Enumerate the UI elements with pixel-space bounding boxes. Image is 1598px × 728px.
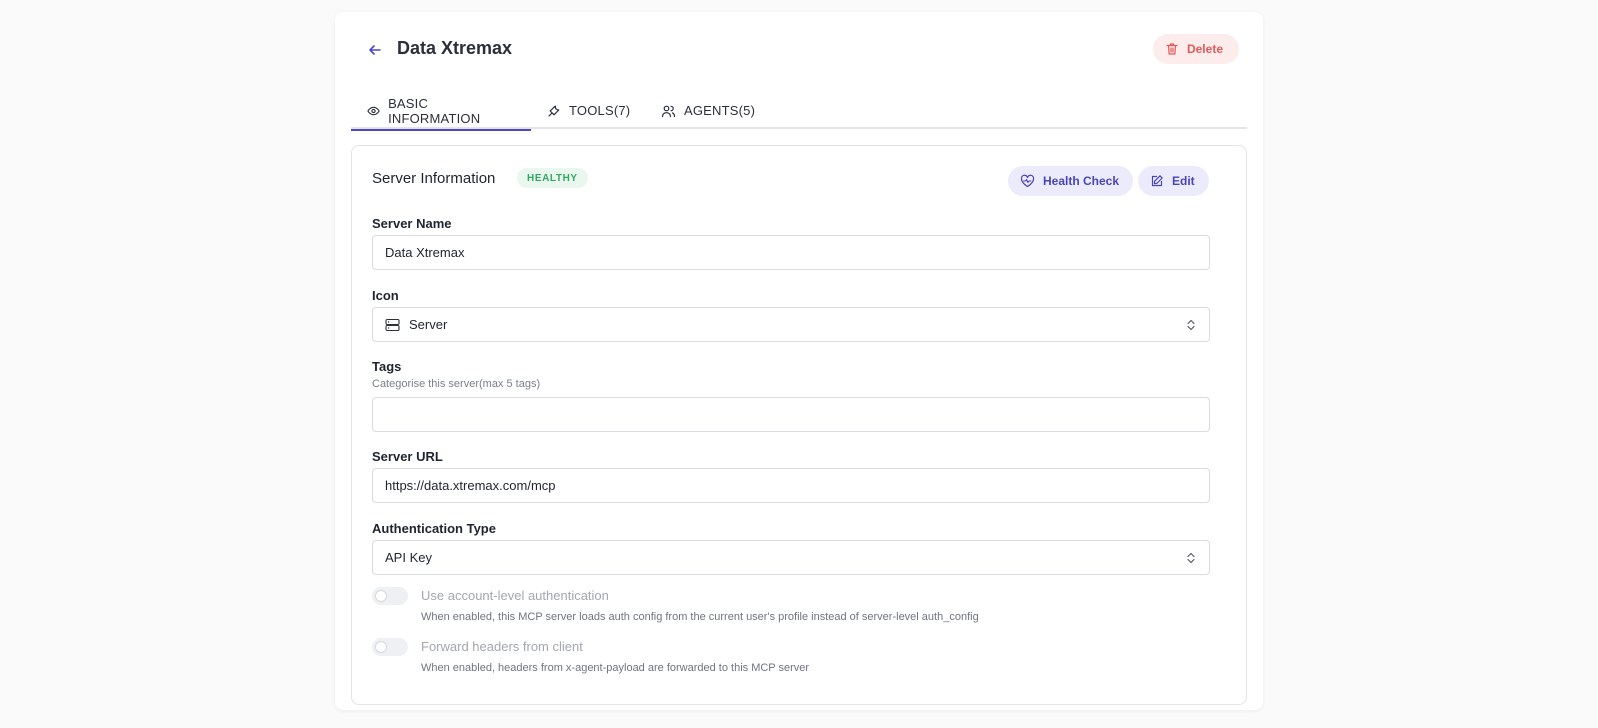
tab-label: BASIC INFORMATION [388, 95, 481, 126]
users-icon [661, 105, 676, 117]
icon-select-value: Server [409, 317, 448, 332]
page-title: Data Xtremax [397, 38, 513, 58]
tags-field[interactable] [372, 397, 1210, 432]
auth-type-select[interactable]: API Key [372, 540, 1210, 575]
forward-headers-help: When enabled, headers from x-agent-paylo… [421, 662, 810, 674]
account-auth-label: Use account-level authentication [421, 588, 609, 603]
tab-tools[interactable]: TOOLS(7) [531, 92, 646, 129]
tab-label: AGENTS(5) [684, 103, 756, 118]
account-auth-toggle[interactable] [372, 587, 408, 605]
back-button[interactable] [359, 34, 391, 66]
edit-label: Edit [1172, 174, 1195, 188]
pencil-icon [1151, 175, 1163, 187]
heart-pulse-icon [1020, 174, 1035, 188]
chevron-updown-icon [1187, 552, 1195, 564]
tab-agents[interactable]: AGENTS(5) [645, 92, 771, 129]
server-information-card: Server Information HEALTHY Health Check … [351, 145, 1247, 705]
auth-type-label: Authentication Type [372, 521, 496, 536]
account-auth-toggle-row: Use account-level authentication When en… [372, 587, 1210, 627]
server-name-label: Server Name [372, 216, 452, 231]
icon-select[interactable]: Server [372, 307, 1210, 342]
forward-headers-toggle-row: Forward headers from client When enabled… [372, 638, 1210, 678]
page-header: Data Xtremax Delete [359, 34, 1239, 68]
tags-input[interactable] [385, 398, 1197, 431]
status-badge: HEALTHY [517, 168, 588, 188]
server-url-input[interactable] [385, 469, 1197, 502]
delete-button[interactable]: Delete [1152, 34, 1239, 64]
server-name-input[interactable] [385, 236, 1197, 269]
tags-label: Tags [372, 359, 402, 374]
chevron-updown-icon [1187, 319, 1195, 331]
icon-label: Icon [372, 288, 399, 303]
arrow-left-icon [369, 45, 381, 55]
server-url-label: Server URL [372, 449, 443, 464]
card-title: Server Information [372, 170, 496, 187]
account-auth-help: When enabled, this MCP server loads auth… [421, 611, 979, 623]
auth-type-value: API Key [385, 550, 432, 565]
forward-headers-label: Forward headers from client [421, 639, 583, 654]
server-icon [385, 318, 400, 331]
server-url-field[interactable] [372, 468, 1210, 503]
wrench-icon [548, 105, 560, 117]
tags-help: Categorise this server(max 5 tags) [372, 378, 541, 390]
trash-icon [1166, 43, 1178, 55]
delete-label: Delete [1186, 42, 1223, 56]
server-name-field[interactable] [372, 235, 1210, 270]
edit-button[interactable]: Edit [1138, 166, 1209, 196]
tab-label: TOOLS(7) [569, 103, 631, 118]
toggle-knob [375, 590, 387, 602]
forward-headers-toggle[interactable] [372, 638, 408, 656]
eye-icon [367, 106, 380, 115]
server-detail-page: Data Xtremax Delete BASIC INFORMATION TO… [335, 12, 1263, 710]
health-check-label: Health Check [1043, 174, 1120, 188]
health-check-button[interactable]: Health Check [1008, 166, 1134, 196]
tab-bar: BASIC INFORMATION TOOLS(7) AGENTS(5) [351, 92, 1247, 131]
toggle-knob [375, 641, 387, 653]
tab-basic-information[interactable]: BASIC INFORMATION [351, 92, 531, 131]
